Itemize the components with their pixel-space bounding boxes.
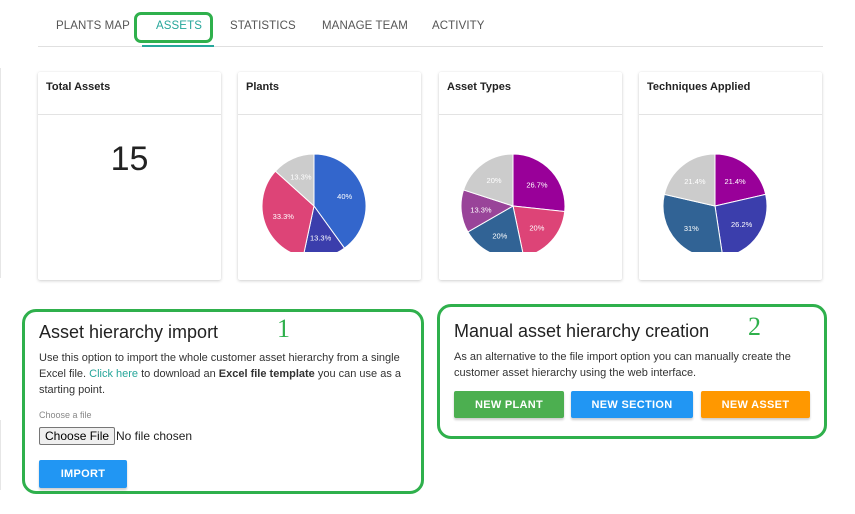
card-title: Asset Types	[447, 81, 511, 93]
techniques-applied-card: Techniques Applied 21.4% 26.2% 31% 21.4%	[639, 72, 822, 280]
pie-slice-label: 20%	[529, 224, 544, 233]
plants-pie-chart: 40% 13.3% 33.3% 13.3%	[261, 153, 367, 252]
pie-slice-label: 26.2%	[731, 220, 753, 229]
annotation-number: 2	[748, 312, 761, 341]
import-button[interactable]: IMPORT	[39, 460, 127, 488]
card-title: Total Assets	[46, 81, 111, 93]
card-divider	[238, 114, 421, 115]
import-description: Use this option to import the whole cust…	[39, 350, 419, 398]
pie-slice-label: 13.3%	[290, 173, 312, 182]
pie-slice-label: 21.4%	[724, 177, 746, 186]
download-template-link[interactable]: Click here	[89, 368, 138, 380]
asset-types-card: Asset Types 26.7% 20% 20% 13.3% 20%	[439, 72, 622, 280]
choose-file-button[interactable]: Choose File	[39, 427, 116, 445]
left-edge-divider	[0, 68, 1, 278]
tab-plants-map[interactable]: PLANTS MAP	[56, 20, 130, 32]
total-assets-value: 15	[110, 140, 149, 178]
manual-title: Manual asset hierarchy creation	[454, 321, 710, 341]
card-title: Techniques Applied	[647, 81, 751, 93]
total-assets-card: Total Assets 15	[38, 72, 221, 280]
file-label: Choose a file	[39, 410, 92, 420]
card-divider	[439, 114, 622, 115]
pie-slice-label: 21.4%	[684, 177, 706, 186]
active-tab-indicator	[142, 45, 214, 47]
new-plant-button[interactable]: NEW PLANT	[454, 391, 564, 418]
pie-slice-label: 33.3%	[273, 212, 295, 221]
file-status: No file chosen	[116, 429, 193, 443]
manual-hierarchy-creation-panel: Manual asset hierarchy creation 2 As an …	[437, 304, 827, 439]
asset-hierarchy-import-panel: Asset hierarchy import 1 Use this option…	[22, 309, 424, 494]
plants-card: Plants 40% 13.3% 33.3% 13.3%	[238, 72, 421, 280]
pie-slice-label: 13.3%	[310, 234, 332, 243]
card-divider	[639, 114, 822, 115]
import-title: Asset hierarchy import	[39, 322, 219, 342]
pie-slice-label: 31%	[684, 224, 699, 233]
pie-slice-label: 40%	[337, 192, 352, 201]
asset-types-pie-chart: 26.7% 20% 20% 13.3% 20%	[460, 153, 566, 252]
new-asset-button[interactable]: NEW ASSET	[701, 391, 810, 418]
manual-description: As an alternative to the file import opt…	[454, 351, 791, 379]
new-section-button[interactable]: NEW SECTION	[571, 391, 693, 418]
pie-slice-label: 20%	[487, 176, 502, 185]
pie-slice-label: 20%	[492, 231, 507, 240]
annotation-number: 1	[277, 314, 290, 343]
annotation-highlight-assets-tab	[134, 12, 213, 43]
pie-slice-label: 13.3%	[470, 205, 492, 214]
card-divider	[38, 114, 221, 115]
tab-statistics[interactable]: STATISTICS	[230, 20, 296, 32]
left-edge-divider	[0, 420, 1, 490]
desc-text: to download an	[138, 368, 219, 380]
desc-bold-text: Excel file template	[218, 368, 315, 380]
techniques-pie-chart: 21.4% 26.2% 31% 21.4%	[662, 153, 768, 252]
pie-slice-label: 26.7%	[526, 180, 548, 189]
card-title: Plants	[246, 81, 280, 93]
tab-manage-team[interactable]: MANAGE TEAM	[322, 20, 408, 32]
tab-activity[interactable]: ACTIVITY	[432, 20, 485, 32]
